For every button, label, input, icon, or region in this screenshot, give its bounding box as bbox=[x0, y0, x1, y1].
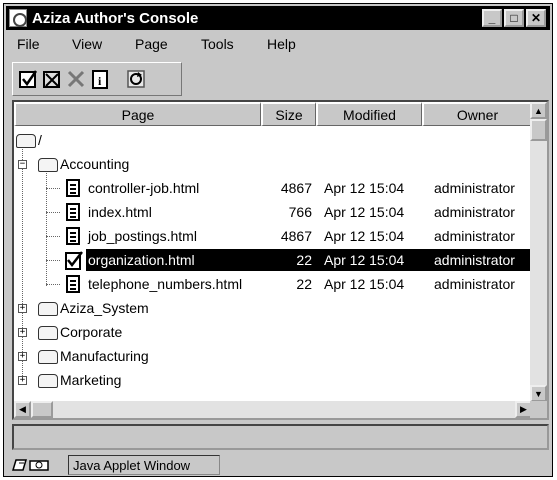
file-modified: Apr 12 15:04 bbox=[324, 180, 405, 196]
scroll-corner bbox=[530, 401, 547, 418]
folder-icon bbox=[38, 372, 58, 388]
file-modified: Apr 12 15:04 bbox=[324, 204, 405, 220]
open-folder-icon bbox=[16, 132, 36, 148]
expand-toggle[interactable]: + bbox=[18, 376, 27, 385]
file-row-selected[interactable]: organization.html 22 Apr 12 15:04 admini… bbox=[14, 248, 532, 272]
menu-page[interactable]: Page bbox=[135, 36, 168, 52]
folder-label: Manufacturing bbox=[60, 348, 149, 364]
folder-label: Marketing bbox=[60, 372, 122, 388]
column-header-size[interactable]: Size bbox=[261, 102, 316, 126]
file-owner: administrator bbox=[434, 204, 515, 220]
file-owner: administrator bbox=[434, 276, 515, 292]
folder-aziza-system[interactable]: + Aziza_System bbox=[14, 296, 532, 320]
column-header-owner[interactable]: Owner bbox=[422, 102, 532, 126]
open-folder-icon bbox=[38, 156, 58, 172]
file-icon bbox=[66, 275, 80, 293]
file-row[interactable]: job_postings.html 4867 Apr 12 15:04 admi… bbox=[14, 224, 532, 248]
title-bar[interactable]: Aziza Author's Console _ □ ✕ bbox=[6, 6, 550, 30]
vertical-scrollbar[interactable]: ▲ ▼ bbox=[530, 102, 547, 402]
close-button[interactable]: ✕ bbox=[526, 9, 546, 27]
menu-file[interactable]: File bbox=[17, 36, 40, 52]
file-modified: Apr 12 15:04 bbox=[324, 276, 405, 292]
menu-bar: File View Page Tools Help bbox=[6, 32, 550, 56]
message-bar bbox=[12, 424, 549, 450]
folder-accounting[interactable]: − Accounting bbox=[14, 152, 532, 176]
toolbar: i bbox=[12, 62, 182, 96]
file-size: 4867 bbox=[280, 180, 312, 196]
console-window: Aziza Author's Console _ □ ✕ File View P… bbox=[3, 3, 553, 477]
column-header-page[interactable]: Page bbox=[14, 102, 261, 126]
scroll-down-arrow-icon[interactable]: ▼ bbox=[530, 385, 547, 402]
file-size: 22 bbox=[296, 276, 312, 292]
horizontal-scroll-thumb[interactable] bbox=[31, 401, 53, 418]
folder-icon bbox=[38, 348, 58, 364]
minimize-button[interactable]: _ bbox=[482, 9, 502, 27]
maximize-button[interactable]: □ bbox=[504, 9, 524, 27]
file-name: controller-job.html bbox=[88, 180, 200, 196]
grid-header: Page Size Modified Owner bbox=[14, 102, 532, 126]
file-row[interactable]: index.html 766 Apr 12 15:04 administrato… bbox=[14, 200, 532, 224]
file-owner: administrator bbox=[434, 228, 515, 244]
folder-label: Aziza_System bbox=[60, 300, 149, 316]
folder-corporate[interactable]: + Corporate bbox=[14, 320, 532, 344]
java-applet-icon bbox=[12, 456, 56, 474]
window-title: Aziza Author's Console bbox=[32, 9, 199, 27]
column-header-modified[interactable]: Modified bbox=[316, 102, 422, 126]
checked-out-file-icon bbox=[64, 250, 84, 273]
folder-icon bbox=[38, 300, 58, 316]
file-size: 766 bbox=[288, 204, 312, 220]
file-row[interactable]: controller-job.html 4867 Apr 12 15:04 ad… bbox=[14, 176, 532, 200]
file-row[interactable]: telephone_numbers.html 22 Apr 12 15:04 a… bbox=[14, 272, 532, 296]
tree-root[interactable]: / bbox=[14, 128, 532, 152]
menu-tools[interactable]: Tools bbox=[201, 36, 234, 52]
file-name: organization.html bbox=[88, 252, 195, 268]
refresh-icon[interactable] bbox=[125, 67, 147, 91]
folder-marketing[interactable]: + Marketing bbox=[14, 368, 532, 392]
root-label: / bbox=[38, 132, 42, 148]
checkin-icon[interactable] bbox=[17, 67, 39, 91]
scroll-left-arrow-icon[interactable]: ◀ bbox=[14, 401, 31, 418]
delete-icon[interactable] bbox=[65, 67, 87, 91]
status-bar: Java Applet Window bbox=[12, 454, 220, 476]
file-size: 22 bbox=[296, 252, 312, 268]
expand-toggle[interactable]: + bbox=[18, 352, 27, 361]
folder-manufacturing[interactable]: + Manufacturing bbox=[14, 344, 532, 368]
checkout-icon[interactable] bbox=[41, 67, 63, 91]
scroll-up-arrow-icon[interactable]: ▲ bbox=[530, 102, 547, 119]
file-icon bbox=[66, 179, 80, 197]
file-name: index.html bbox=[88, 204, 152, 220]
pages-grid: Page Size Modified Owner / − Accounting … bbox=[12, 100, 549, 420]
folder-label: Corporate bbox=[60, 324, 123, 340]
expand-toggle[interactable]: + bbox=[18, 304, 27, 313]
horizontal-scrollbar[interactable]: ◀ ▶ bbox=[14, 401, 532, 418]
file-modified: Apr 12 15:04 bbox=[324, 252, 405, 268]
file-owner: administrator bbox=[434, 180, 515, 196]
vertical-scroll-thumb[interactable] bbox=[530, 119, 547, 141]
collapse-toggle[interactable]: − bbox=[18, 160, 27, 169]
app-icon[interactable] bbox=[9, 9, 27, 27]
file-icon bbox=[66, 203, 80, 221]
menu-view[interactable]: View bbox=[72, 36, 102, 52]
page-tree: / − Accounting controller-job.html 4867 … bbox=[14, 126, 532, 402]
info-icon[interactable]: i bbox=[89, 67, 111, 91]
menu-help[interactable]: Help bbox=[267, 36, 296, 52]
file-owner: administrator bbox=[434, 252, 515, 268]
folder-label: Accounting bbox=[60, 156, 130, 172]
folder-icon bbox=[38, 324, 58, 340]
expand-toggle[interactable]: + bbox=[18, 328, 27, 337]
file-icon bbox=[66, 227, 80, 245]
file-modified: Apr 12 15:04 bbox=[324, 228, 405, 244]
file-name: telephone_numbers.html bbox=[88, 276, 243, 292]
applet-window-label: Java Applet Window bbox=[68, 455, 220, 475]
file-size: 4867 bbox=[280, 228, 312, 244]
file-name: job_postings.html bbox=[88, 228, 197, 244]
